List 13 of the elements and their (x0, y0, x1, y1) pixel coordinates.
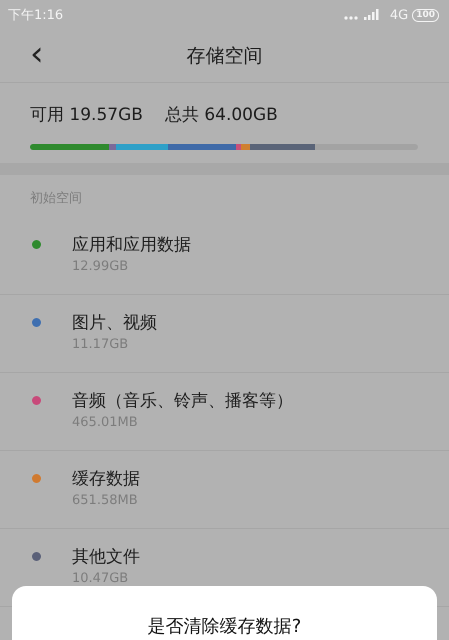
category-name: 其他文件 (72, 546, 140, 568)
category-name: 应用和应用数据 (72, 234, 191, 256)
category-name: 音频（音乐、铃声、播客等） (72, 390, 293, 412)
page-title: 存储空间 (186, 44, 262, 69)
back-button[interactable]: ‹ (26, 40, 48, 68)
total-space: 总共 64.00GB (164, 104, 278, 126)
dialog-title: 是否清除缓存数据? (148, 615, 302, 639)
status-time: 下午1:16 (8, 7, 64, 24)
battery-level: 100 (412, 8, 439, 22)
category-name: 图片、视频 (72, 312, 157, 334)
category-name: 缓存数据 (72, 468, 140, 490)
network-type: 4G (390, 8, 408, 22)
available-space: 可用 19.57GB (30, 104, 143, 126)
